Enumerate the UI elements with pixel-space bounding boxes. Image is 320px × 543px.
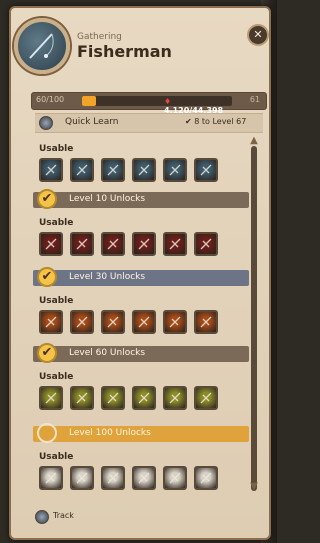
boots-item-icon[interactable]: [163, 466, 187, 490]
unlock-check-icon: ✔: [37, 267, 57, 287]
track-icon[interactable]: [35, 510, 49, 524]
unlock-check-icon: ✔: [37, 189, 57, 209]
fishing-rod-item-icon[interactable]: [70, 310, 94, 334]
scroll-down-icon[interactable]: ▼: [247, 482, 261, 492]
level-text: 60/100: [36, 95, 65, 104]
harpoon-item-icon[interactable]: [132, 232, 156, 256]
quick-learn-label: Quick Learn: [65, 117, 119, 127]
net-item-icon[interactable]: [101, 232, 125, 256]
harpoon-item-icon[interactable]: [132, 158, 156, 182]
unlock-bar-label: Level 10 Unlocks: [69, 194, 146, 204]
fish-bait-item-icon[interactable]: [39, 386, 63, 410]
fish-bait-item-icon[interactable]: [39, 310, 63, 334]
skill-category: Gathering: [77, 32, 122, 42]
unlock-bar-4[interactable]: Level 100 Unlocks: [33, 423, 249, 443]
scroll-up-icon[interactable]: ▲: [247, 136, 261, 146]
harpoon-item-icon[interactable]: [132, 386, 156, 410]
usable-label: Usable: [39, 372, 74, 382]
level-target-value: 8 to Level 67: [194, 117, 247, 126]
unlock-bar-label: Level 60 Unlocks: [69, 348, 146, 358]
item-row: [39, 232, 249, 260]
fishing-rod-item-icon[interactable]: [70, 386, 94, 410]
item-row: [39, 310, 249, 338]
gloves-item-icon[interactable]: [194, 158, 218, 182]
level-target-text: ✔ 8 to Level 67: [185, 117, 246, 126]
close-button[interactable]: ✕: [247, 24, 269, 46]
usable-label: Usable: [39, 218, 74, 228]
track-label[interactable]: Track: [53, 511, 74, 520]
item-row: [39, 386, 249, 414]
net-item-icon[interactable]: [101, 386, 125, 410]
boots-item-icon[interactable]: [163, 232, 187, 256]
fishing-rod-item-icon[interactable]: [70, 466, 94, 490]
xp-bar: ♦ 4,120/44,398: [82, 96, 232, 115]
boots-item-icon[interactable]: [163, 386, 187, 410]
usable-label: Usable: [39, 452, 74, 462]
item-row: [39, 466, 249, 494]
unlock-bar-label: Level 100 Unlocks: [69, 428, 151, 438]
unlock-check-icon: [37, 423, 57, 443]
fish-bait-item-icon[interactable]: [39, 466, 63, 490]
scrollbar[interactable]: [251, 146, 257, 491]
net-item-icon[interactable]: [101, 466, 125, 490]
skill-title: Fisherman: [77, 42, 172, 61]
skill-panel: Gathering Fisherman ✕ 60/100 ♦ 4,120/44,…: [9, 6, 271, 540]
gloves-item-icon[interactable]: [194, 386, 218, 410]
fishing-rod-item-icon[interactable]: [70, 158, 94, 182]
quick-learn-icon: [39, 116, 53, 130]
fish-bait-item-icon[interactable]: [39, 158, 63, 182]
fishing-rod-icon: [29, 33, 54, 59]
unlock-bar-3[interactable]: ✔ Level 60 Unlocks: [33, 343, 249, 363]
boots-item-icon[interactable]: [163, 158, 187, 182]
skill-portrait: [14, 18, 70, 74]
fishing-rod-item-icon[interactable]: [70, 232, 94, 256]
unlock-check-icon: ✔: [37, 343, 57, 363]
unlock-bar-1[interactable]: ✔ Level 10 Unlocks: [33, 189, 249, 209]
check-icon: ✔: [185, 117, 192, 126]
xp-bar-fill: [82, 96, 96, 106]
gloves-item-icon[interactable]: [194, 232, 218, 256]
usable-label: Usable: [39, 296, 74, 306]
unlock-bar-2[interactable]: ✔ Level 30 Unlocks: [33, 267, 249, 287]
next-level-text: 61: [249, 95, 260, 104]
boots-item-icon[interactable]: [163, 310, 187, 334]
harpoon-item-icon[interactable]: [132, 466, 156, 490]
quick-learn-row[interactable]: Quick Learn ✔ 8 to Level 67: [35, 113, 263, 133]
harpoon-item-icon[interactable]: [132, 310, 156, 334]
fish-bait-item-icon[interactable]: [39, 232, 63, 256]
net-item-icon[interactable]: [101, 310, 125, 334]
usable-label: Usable: [39, 144, 74, 154]
net-item-icon[interactable]: [101, 158, 125, 182]
gloves-item-icon[interactable]: [194, 310, 218, 334]
item-row: [39, 158, 249, 186]
progress-row: 60/100 ♦ 4,120/44,398 61: [31, 92, 267, 115]
gloves-item-icon[interactable]: [194, 466, 218, 490]
unlock-bar-label: Level 30 Unlocks: [69, 272, 146, 282]
xp-icon: ♦: [164, 97, 172, 106]
